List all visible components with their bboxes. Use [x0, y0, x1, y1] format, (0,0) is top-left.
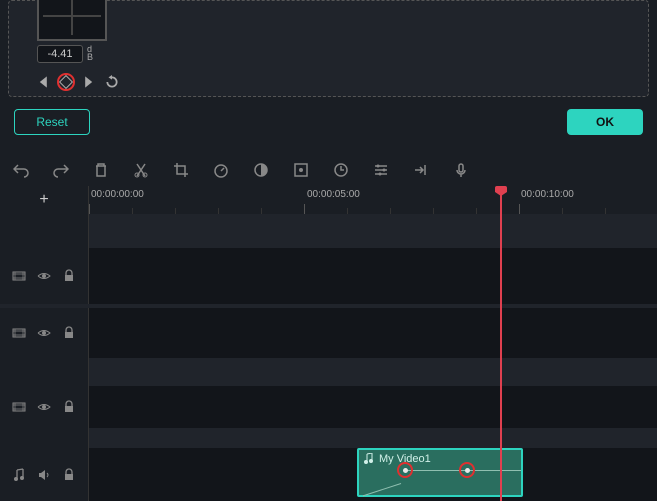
ruler-label: 00:00:00:00 [91, 189, 144, 200]
filmstrip-icon[interactable] [12, 400, 26, 414]
audio-panel: -40 -4.41 dB [8, 0, 649, 97]
lock-icon[interactable] [62, 468, 76, 482]
lock-icon[interactable] [62, 269, 76, 283]
duration-icon[interactable] [332, 161, 350, 179]
audio-clip[interactable]: My Video1 [357, 448, 523, 497]
track-head-empty [0, 214, 89, 248]
track-body[interactable] [89, 308, 657, 358]
timeline-tracks: My Video1 [0, 214, 657, 501]
undo-icon[interactable] [12, 161, 30, 179]
add-track-icon[interactable]: + [39, 191, 48, 209]
track-head-empty [0, 428, 89, 448]
add-keyframe-button[interactable] [57, 73, 75, 91]
speed-icon[interactable] [212, 161, 230, 179]
waveform-thumbnail: -40 [37, 0, 107, 41]
reset-button[interactable]: Reset [14, 109, 90, 135]
filmstrip-icon[interactable] [12, 326, 26, 340]
next-keyframe-icon[interactable] [81, 75, 95, 89]
ruler-row: + 00:00:00:00 00:00:05:00 00:00:10:00 [0, 186, 657, 214]
track-gap [0, 428, 657, 448]
export-icon[interactable] [412, 161, 430, 179]
playhead[interactable] [500, 186, 502, 501]
track-head [0, 448, 89, 501]
green-screen-icon[interactable] [292, 161, 310, 179]
visibility-icon[interactable] [37, 269, 51, 283]
keyframe-point[interactable] [459, 462, 475, 478]
music-icon[interactable] [12, 468, 26, 482]
delete-icon[interactable] [92, 161, 110, 179]
gain-value-input[interactable]: -4.41 [37, 45, 83, 63]
crop-icon[interactable] [172, 161, 190, 179]
lock-icon[interactable] [62, 326, 76, 340]
visibility-icon[interactable] [37, 400, 51, 414]
music-note-icon [363, 453, 375, 465]
panel-buttons: Reset OK [14, 109, 643, 137]
mute-icon[interactable] [37, 468, 51, 482]
audio-track-1: My Video1 [0, 448, 657, 501]
keyframe-controls [37, 73, 119, 91]
track-body[interactable]: My Video1 [89, 448, 657, 501]
split-icon[interactable] [132, 161, 150, 179]
track-head-empty [0, 358, 89, 386]
track-body[interactable] [89, 248, 657, 304]
track-head-spacer: + [0, 186, 89, 214]
ruler-label: 00:00:10:00 [521, 189, 574, 200]
ok-button[interactable]: OK [567, 109, 643, 135]
voiceover-icon[interactable] [452, 161, 470, 179]
track-gap [0, 214, 657, 248]
timeline-toolbar [0, 155, 657, 185]
keyframe-point[interactable] [397, 462, 413, 478]
filmstrip-icon[interactable] [12, 269, 26, 283]
lock-icon[interactable] [62, 400, 76, 414]
track-head [0, 386, 89, 428]
video-track-2 [0, 308, 657, 358]
video-track-3 [0, 248, 657, 304]
visibility-icon[interactable] [37, 326, 51, 340]
time-ruler[interactable]: 00:00:00:00 00:00:05:00 00:00:10:00 [89, 186, 657, 214]
db-unit-label: dB [87, 45, 93, 61]
prev-keyframe-icon[interactable] [37, 75, 51, 89]
track-gap [0, 358, 657, 386]
track-head [0, 308, 89, 358]
color-icon[interactable] [252, 161, 270, 179]
redo-icon[interactable] [52, 161, 70, 179]
reset-keyframe-icon[interactable] [105, 75, 119, 89]
ruler-label: 00:00:05:00 [307, 189, 360, 200]
adjust-icon[interactable] [372, 161, 390, 179]
video-track-1 [0, 386, 657, 428]
track-head [0, 248, 89, 304]
track-body[interactable] [89, 386, 657, 428]
